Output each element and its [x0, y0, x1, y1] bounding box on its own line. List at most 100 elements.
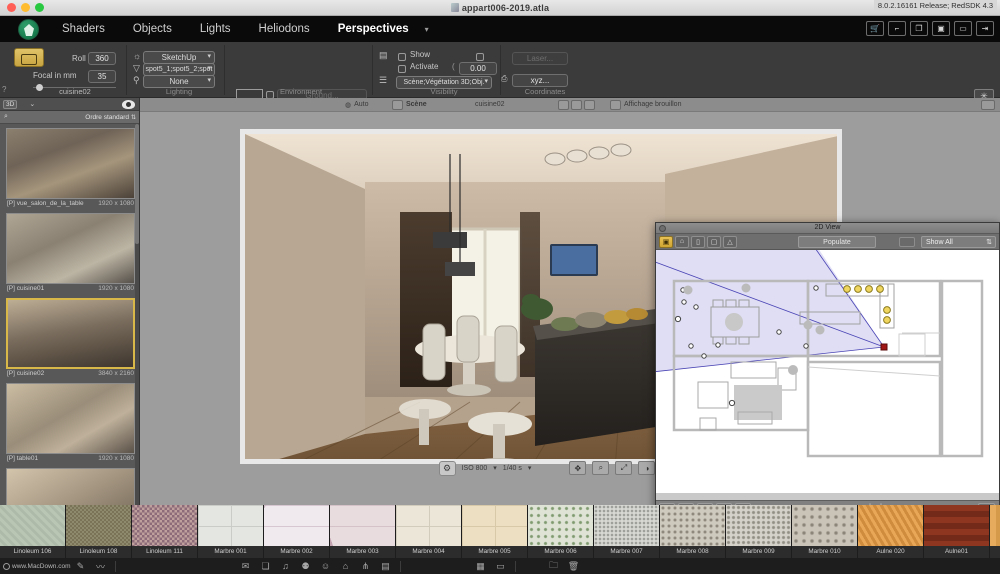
- chart-icon[interactable]: ⋔: [360, 560, 372, 572]
- export-icon[interactable]: ⇥: [976, 21, 994, 36]
- pen-icon[interactable]: ✎: [75, 560, 87, 572]
- material-swatch[interactable]: [0, 505, 65, 546]
- draft-toggle[interactable]: Affichage brouillon: [610, 99, 681, 110]
- menu-item-objects[interactable]: Objects: [119, 23, 186, 35]
- thumbnail-image[interactable]: [6, 213, 135, 284]
- pan-icon[interactable]: ✥: [569, 461, 587, 475]
- browser-mode-tag[interactable]: 3D: [3, 99, 18, 109]
- scene-checkbox-icon[interactable]: [392, 99, 403, 110]
- material-item[interactable]: Marbre 004: [396, 505, 462, 558]
- fit-icon[interactable]: ⤢: [615, 461, 633, 475]
- material-swatch[interactable]: [990, 505, 1000, 546]
- browser-scrollbar[interactable]: [135, 124, 139, 505]
- visibility-value-input[interactable]: 0.00: [459, 62, 497, 75]
- scrollbar-thumb[interactable]: [135, 124, 139, 244]
- material-swatch[interactable]: [396, 505, 461, 546]
- material-swatch[interactable]: [330, 505, 395, 546]
- mac-dock[interactable]: www.MacDown.com ✎ 〰 ✉ ❏ ♫ ⚉ ☺ ⌂ ⋔ ▤ ▦ ▭ …: [0, 558, 1000, 574]
- mail-icon[interactable]: ✉: [240, 560, 252, 572]
- menu-item-shaders[interactable]: Shaders: [48, 23, 119, 35]
- view-mode-3-icon[interactable]: [584, 99, 595, 110]
- copy-icon[interactable]: ❐: [910, 21, 928, 36]
- material-swatch[interactable]: [264, 505, 329, 546]
- list-item[interactable]: [P] vue_salon_de_la_table 1920 x 1080: [6, 128, 135, 209]
- roll-input[interactable]: 360: [88, 52, 116, 65]
- frame-icon[interactable]: ▭: [954, 21, 972, 36]
- iso-caret-icon[interactable]: ▾: [493, 464, 497, 472]
- sort-order-label[interactable]: Ordre standard: [85, 114, 129, 121]
- thumbnail-image[interactable]: [6, 298, 135, 369]
- folder-icon[interactable]: 🗀: [548, 560, 560, 572]
- thumbnail-image[interactable]: [6, 468, 135, 505]
- viewport-options-icon[interactable]: [981, 99, 995, 110]
- material-item[interactable]: Marbre 008: [660, 505, 726, 558]
- list-item[interactable]: [P] table01 1920 x 1080: [6, 383, 135, 464]
- draft-checkbox-icon[interactable]: [610, 99, 621, 110]
- menu-item-perspectives[interactable]: Perspectives: [324, 23, 423, 35]
- list-item[interactable]: [P] sejour01 1920 x 1080: [6, 468, 135, 505]
- zoom-icon[interactable]: ⌕: [592, 461, 610, 475]
- material-swatch[interactable]: [924, 505, 989, 546]
- material-item[interactable]: Marbre 003: [330, 505, 396, 558]
- focal-input[interactable]: 35: [88, 70, 116, 83]
- material-item[interactable]: Marbre 009: [726, 505, 792, 558]
- list-item[interactable]: [P] cuisine02 3840 x 2160: [6, 298, 135, 379]
- room-tool-icon[interactable]: ▢: [707, 235, 721, 248]
- shutter-caret-icon[interactable]: ▾: [528, 464, 532, 472]
- top-icon-group[interactable]: 🛒 ⌐ ❐ ▣ ▭ ⇥: [866, 21, 994, 36]
- material-swatch[interactable]: [726, 505, 791, 546]
- corner-icon[interactable]: ⌐: [888, 21, 906, 36]
- xyz-button[interactable]: xyz...: [512, 74, 568, 87]
- display-icon[interactable]: ▭: [495, 560, 507, 572]
- activate-checkbox[interactable]: [398, 65, 406, 73]
- help-icon[interactable]: ?: [2, 85, 6, 94]
- material-swatch[interactable]: [198, 505, 263, 546]
- material-swatch[interactable]: [462, 505, 527, 546]
- thumbnail-image[interactable]: [6, 383, 135, 454]
- material-item[interactable]: Marbre 007: [594, 505, 660, 558]
- material-item[interactable]: Marbre 001: [198, 505, 264, 558]
- populate-button[interactable]: Populate: [798, 236, 876, 248]
- iso-value[interactable]: ISO 800: [462, 465, 488, 472]
- camera-icon[interactable]: ▣: [932, 21, 950, 36]
- roof-tool-icon[interactable]: △: [723, 235, 737, 248]
- robot-icon[interactable]: ⚉: [300, 560, 312, 572]
- material-item[interactable]: Aulne 020: [858, 505, 924, 558]
- 2d-view-window[interactable]: 2D View ▣ ⌂ ▯ ▢ △ Populate Show All ⇅: [655, 222, 1000, 522]
- home-icon[interactable]: ⌂: [340, 560, 352, 572]
- material-library[interactable]: Linoleum 106 Linoleum 108 Linoleum 111 M…: [0, 505, 1000, 558]
- laser-checkbox[interactable]: [476, 53, 484, 61]
- browser-menu-icon[interactable]: ⌄: [29, 100, 35, 108]
- grid-icon[interactable]: ▦: [475, 560, 487, 572]
- 2d-floorplan-canvas[interactable]: [656, 250, 999, 493]
- material-item[interactable]: Marbre 006: [528, 505, 594, 558]
- sort-arrows-icon[interactable]: ⇅: [131, 114, 136, 121]
- notes-icon[interactable]: ❏: [260, 560, 272, 572]
- main-menu[interactable]: Shaders Objects Lights Heliodons Perspec…: [48, 16, 429, 42]
- thumbnail-image[interactable]: [6, 128, 135, 199]
- cart-icon[interactable]: 🛒: [866, 21, 884, 36]
- camera-button[interactable]: [14, 48, 44, 67]
- material-item[interactable]: Linoleum 111: [132, 505, 198, 558]
- wave-icon[interactable]: 〰: [95, 560, 107, 572]
- select-tool-icon[interactable]: ▣: [659, 235, 673, 248]
- shutter-value[interactable]: 1/40 s: [503, 465, 522, 472]
- material-item[interactable]: Linoleum 106: [0, 505, 66, 558]
- thumbnail-list[interactable]: [P] vue_salon_de_la_table 1920 x 1080 [P…: [0, 124, 139, 505]
- view-mode-1-icon[interactable]: [558, 99, 569, 110]
- auto-toggle[interactable]: ◍ Auto: [345, 101, 369, 109]
- material-swatch[interactable]: [792, 505, 857, 546]
- trash-icon[interactable]: 🗑: [568, 560, 580, 572]
- eye-icon[interactable]: [122, 100, 135, 109]
- material-item[interactable]: Marbre 005: [462, 505, 528, 558]
- browser-search-bar[interactable]: ⌕ Ordre standard ⇅: [0, 111, 139, 124]
- material-item[interactable]: Marbre 010: [792, 505, 858, 558]
- auto-radio-icon[interactable]: ◍: [345, 101, 351, 109]
- scene-toggle[interactable]: Scène: [392, 99, 427, 110]
- home-tool-icon[interactable]: ⌂: [675, 235, 689, 248]
- list-item[interactable]: [P] cuisine01 1920 x 1080: [6, 213, 135, 294]
- material-swatch[interactable]: [660, 505, 725, 546]
- view-mode-buttons[interactable]: [558, 99, 595, 110]
- face-icon[interactable]: ☺: [320, 560, 332, 572]
- menu-item-lights[interactable]: Lights: [186, 23, 245, 35]
